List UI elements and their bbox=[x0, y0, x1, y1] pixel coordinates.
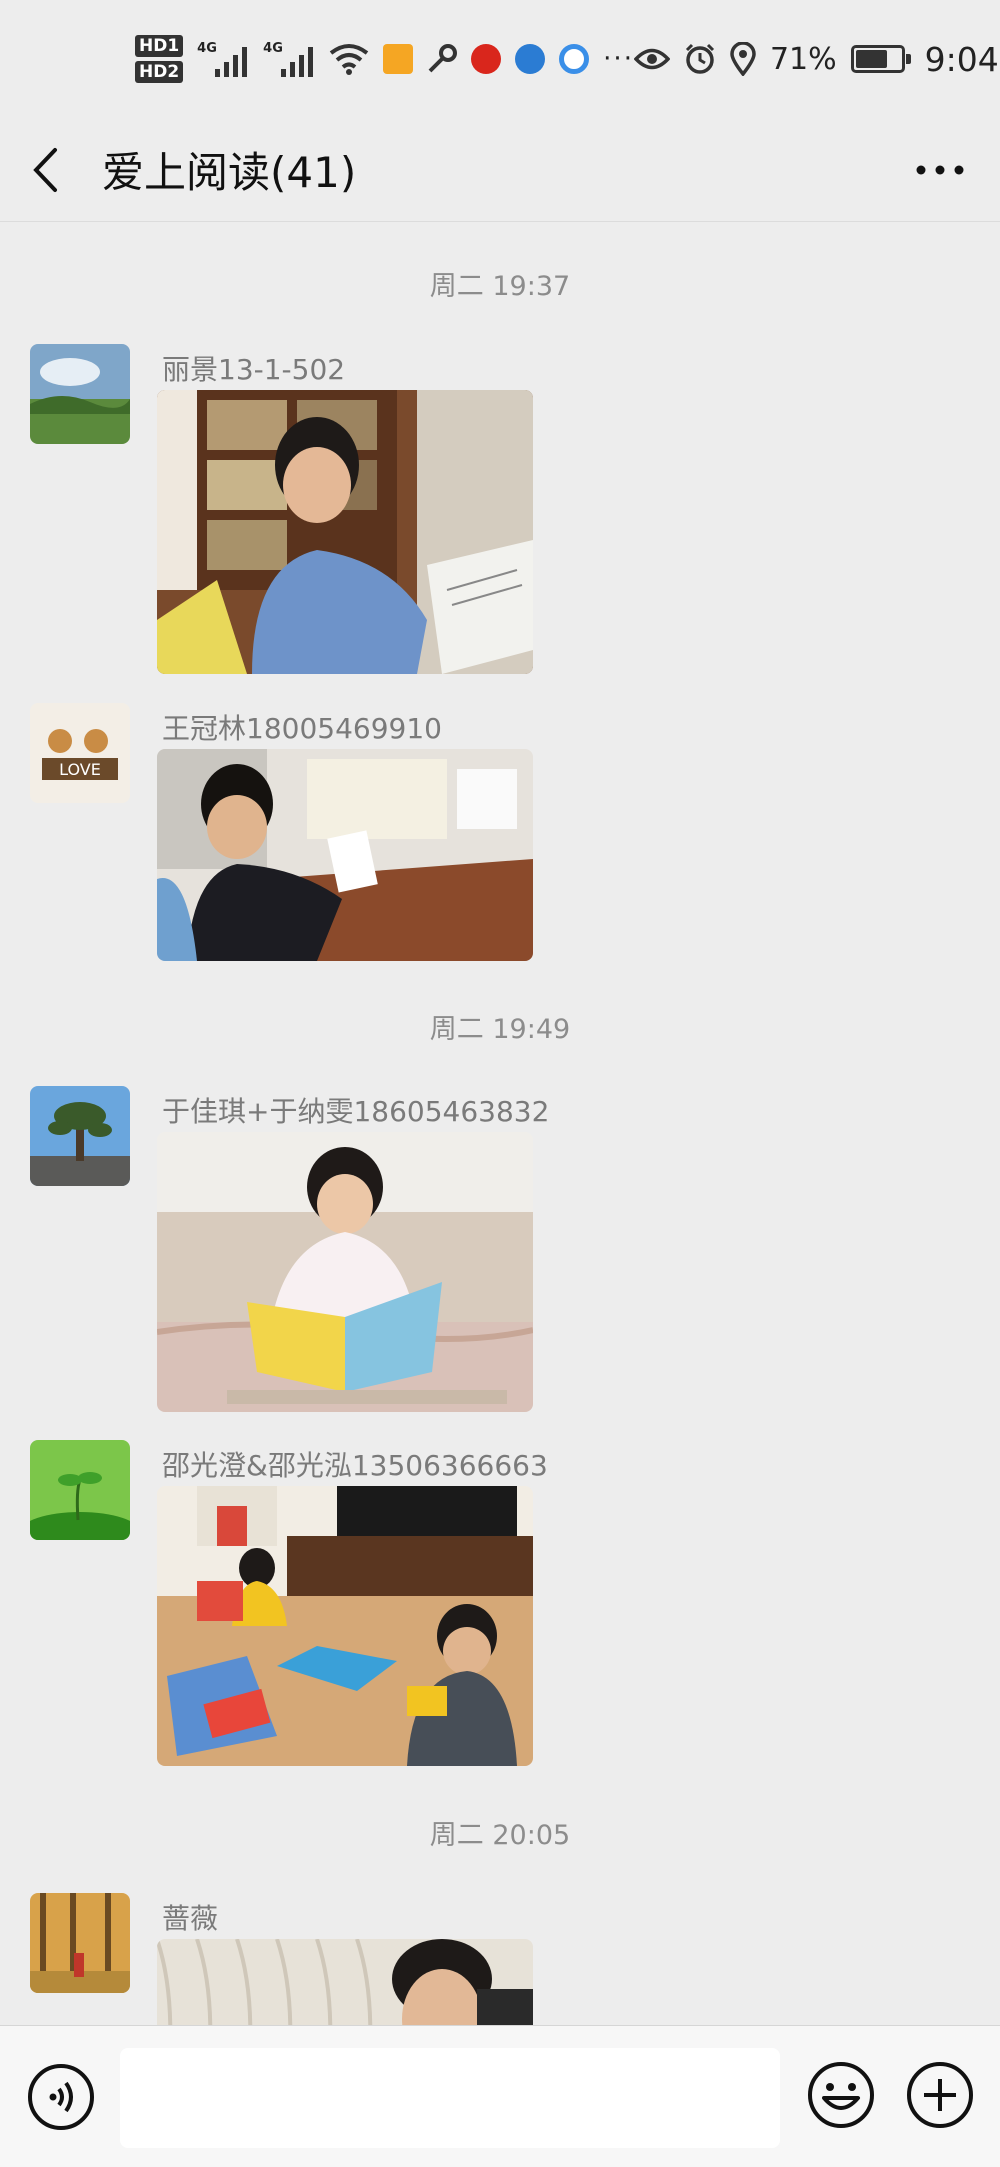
avatar[interactable] bbox=[30, 1893, 130, 1993]
back-button[interactable] bbox=[30, 140, 70, 200]
chat-screen: HD1 HD2 4G 4G ··· 71% 9:04 爱上阅读(41) 周二 1… bbox=[0, 0, 1000, 2167]
plus-circle-icon bbox=[907, 2062, 973, 2128]
status-left: HD1 HD2 4G 4G ··· bbox=[135, 35, 634, 83]
red-app-icon bbox=[471, 44, 502, 74]
svg-text:LOVE: LOVE bbox=[59, 760, 101, 779]
status-time: 9:04 bbox=[924, 39, 999, 79]
chevron-left-icon bbox=[33, 147, 57, 192]
voice-button[interactable] bbox=[26, 2062, 96, 2132]
eye-icon bbox=[633, 48, 670, 70]
sender-name: 王冠林18005469910 bbox=[162, 712, 442, 745]
image-message[interactable] bbox=[157, 1486, 533, 1766]
battery-icon bbox=[850, 45, 911, 73]
page-title: 爱上阅读(41) bbox=[102, 148, 357, 197]
sender-name: 于佳琪+于纳雯18605463832 bbox=[162, 1095, 550, 1128]
emoji-button[interactable] bbox=[806, 2060, 876, 2130]
hd2-label: HD2 bbox=[135, 61, 184, 83]
timestamp: 周二 19:49 bbox=[429, 1014, 571, 1045]
avatar[interactable] bbox=[30, 344, 130, 444]
more-functions-button[interactable] bbox=[905, 2060, 975, 2130]
signal-icon-2: 4G bbox=[263, 41, 315, 77]
wifi-icon bbox=[329, 44, 369, 75]
hd-indicator: HD1 HD2 bbox=[135, 35, 184, 83]
hd1-label: HD1 bbox=[135, 35, 184, 57]
browser-app-icon bbox=[559, 44, 590, 74]
image-message[interactable] bbox=[157, 1939, 533, 2025]
key-icon bbox=[428, 44, 458, 73]
status-right: 71% 9:04 bbox=[633, 39, 999, 79]
sender-name: 蔷薇 bbox=[162, 1902, 219, 1935]
avatar[interactable] bbox=[30, 1440, 130, 1540]
more-options-button[interactable] bbox=[910, 140, 970, 200]
voice-icon bbox=[28, 2064, 94, 2130]
image-message[interactable] bbox=[157, 390, 533, 674]
timestamp: 周二 19:37 bbox=[429, 271, 571, 302]
emoji-icon bbox=[808, 2062, 874, 2128]
image-message[interactable] bbox=[157, 1132, 533, 1412]
avatar[interactable] bbox=[30, 1086, 130, 1186]
alarm-icon bbox=[685, 43, 715, 74]
message-input[interactable] bbox=[120, 2048, 780, 2148]
battery-percent: 71% bbox=[769, 41, 837, 77]
avatar[interactable]: LOVE bbox=[30, 703, 130, 803]
message-input-bar bbox=[0, 2025, 1000, 2167]
image-message[interactable] bbox=[157, 749, 533, 961]
chat-messages[interactable]: 周二 19:37 丽景13-1-502 LOVE 王冠林18005469910 … bbox=[0, 222, 1000, 2025]
weather-app-icon bbox=[383, 44, 414, 74]
status-more: ··· bbox=[603, 44, 634, 74]
signal-icon: 4G bbox=[197, 41, 249, 77]
status-bar: HD1 HD2 4G 4G ··· 71% 9:04 bbox=[0, 0, 1000, 118]
timestamp: 周二 20:05 bbox=[429, 1820, 571, 1851]
blue-app-icon bbox=[515, 44, 546, 74]
location-icon bbox=[730, 42, 756, 76]
chat-header: 爱上阅读(41) bbox=[0, 118, 1000, 222]
battery-fill bbox=[855, 50, 887, 68]
signal-4g-label: 4G bbox=[197, 41, 217, 56]
sender-name: 邵光澄&邵光泓13506366663 bbox=[162, 1449, 548, 1482]
signal-4g-label-2: 4G bbox=[263, 41, 283, 56]
more-dots-icon bbox=[916, 165, 964, 174]
sender-name: 丽景13-1-502 bbox=[162, 353, 346, 386]
